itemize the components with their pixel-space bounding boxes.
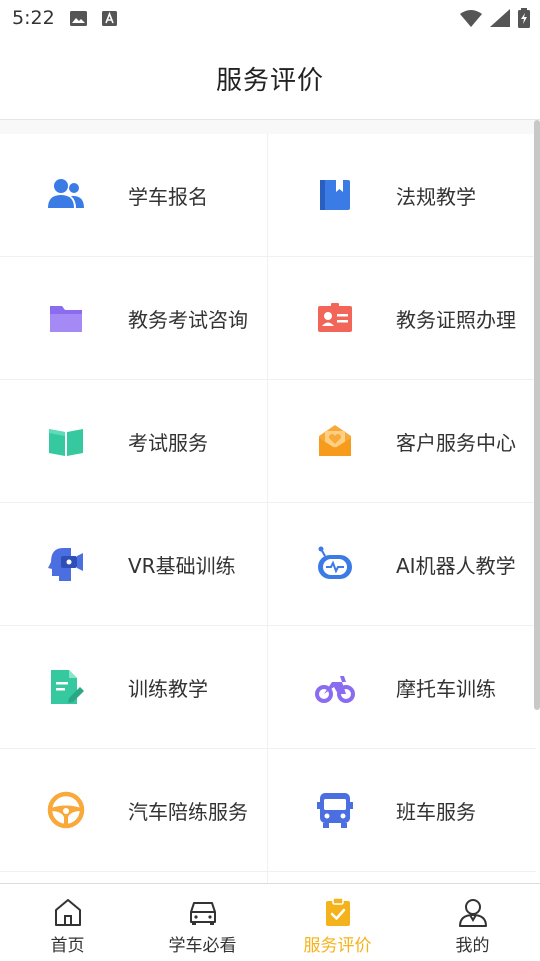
service-label: 训练教学 <box>128 677 208 701</box>
tab-label: 服务评价 <box>303 936 372 956</box>
service-item-kaoshifuwu[interactable]: 考试服务 <box>0 380 268 502</box>
tab-label: 我的 <box>455 936 490 956</box>
tab-wode[interactable]: 我的 <box>405 884 540 961</box>
folder-icon <box>50 306 82 332</box>
motorcycle-icon <box>315 676 355 703</box>
service-row: 考试服务 客户服务中心 <box>0 380 536 503</box>
image-icon <box>70 11 87 26</box>
service-label: 教务证照办理 <box>396 308 516 332</box>
service-item-faguijiaoxue[interactable]: 法规教学 <box>268 134 536 256</box>
service-label: AI机器人教学 <box>396 554 516 578</box>
status-bar: 5:22 <box>0 0 540 38</box>
service-item-aijiqirenjiaoxue[interactable]: AI机器人教学 <box>268 503 536 625</box>
tab-fuwupingjia[interactable]: 服务评价 <box>270 884 405 961</box>
service-row: 教务考试咨询 教务证照办理 <box>0 257 536 380</box>
clipboard-check-icon <box>325 897 350 926</box>
service-row <box>0 872 536 883</box>
user-icon <box>458 899 487 927</box>
open-book-icon <box>49 429 83 456</box>
service-row: 学车报名 法规教学 <box>0 134 536 257</box>
service-item-vrjichuxunlian[interactable]: VR基础训练 <box>0 503 268 625</box>
service-row: VR基础训练 AI机器人教学 <box>0 503 536 626</box>
service-label: 考试服务 <box>128 431 208 455</box>
service-label: 教务考试咨询 <box>128 308 248 332</box>
heart-mail-icon <box>319 425 351 456</box>
tab-home[interactable]: 首页 <box>0 884 135 961</box>
service-item-kehufuwuzhongxin[interactable]: 客户服务中心 <box>268 380 536 502</box>
service-item-xuechebaoming[interactable]: 学车报名 <box>0 134 268 256</box>
font-icon <box>102 11 117 26</box>
service-row: 汽车陪练服务 班车服务 <box>0 749 536 872</box>
service-label: 学车报名 <box>128 185 208 209</box>
service-label: 摩托车训练 <box>396 677 496 701</box>
service-label: 客户服务中心 <box>396 431 516 455</box>
status-time: 5:22 <box>12 7 55 29</box>
service-item-qichepeilianfuwu[interactable]: 汽车陪练服务 <box>0 749 268 871</box>
id-card-icon <box>318 303 352 332</box>
service-item-partial[interactable] <box>268 872 536 883</box>
bottom-tab-bar: 首页 学车必看 服务评价 我的 <box>0 883 540 961</box>
service-label: 汽车陪练服务 <box>128 800 248 824</box>
service-label: 法规教学 <box>396 185 476 209</box>
header: 服务评价 <box>0 38 540 120</box>
service-item-jiaowukaoshizixun[interactable]: 教务考试咨询 <box>0 257 268 379</box>
page-title: 服务评价 <box>215 66 324 96</box>
home-icon <box>54 899 81 926</box>
vr-headset-icon <box>48 548 83 581</box>
service-item-banchefuwu[interactable]: 班车服务 <box>268 749 536 871</box>
service-item-motuochexunlian[interactable]: 摩托车训练 <box>268 626 536 748</box>
scrollbar[interactable] <box>534 120 540 710</box>
service-label: VR基础训练 <box>128 554 236 578</box>
book-bookmark-icon <box>320 180 350 210</box>
tab-xuechebikan[interactable]: 学车必看 <box>135 884 270 961</box>
battery-icon <box>518 8 530 28</box>
robot-icon <box>318 546 352 579</box>
service-item-jiaowuzhengzhaobanli[interactable]: 教务证照办理 <box>268 257 536 379</box>
wifi-icon <box>460 10 482 27</box>
document-edit-icon <box>51 670 84 704</box>
service-item-partial[interactable] <box>0 872 268 883</box>
service-grid-container[interactable]: 学车报名 法规教学 教务考试咨询 教务证照办理 考试服务 客户服务中心 VR基础… <box>0 120 540 883</box>
service-grid: 学车报名 法规教学 教务考试咨询 教务证照办理 考试服务 客户服务中心 VR基础… <box>0 134 536 883</box>
service-row: 训练教学 摩托车训练 <box>0 626 536 749</box>
signal-icon <box>490 9 510 27</box>
car-icon <box>189 902 216 925</box>
steering-wheel-icon <box>47 791 85 829</box>
tab-label: 学车必看 <box>168 936 237 956</box>
tab-label: 首页 <box>50 936 85 956</box>
service-label: 班车服务 <box>396 800 476 824</box>
bus-icon <box>317 793 353 828</box>
service-item-xunlianjiaoxue[interactable]: 训练教学 <box>0 626 268 748</box>
users-icon <box>48 179 84 208</box>
